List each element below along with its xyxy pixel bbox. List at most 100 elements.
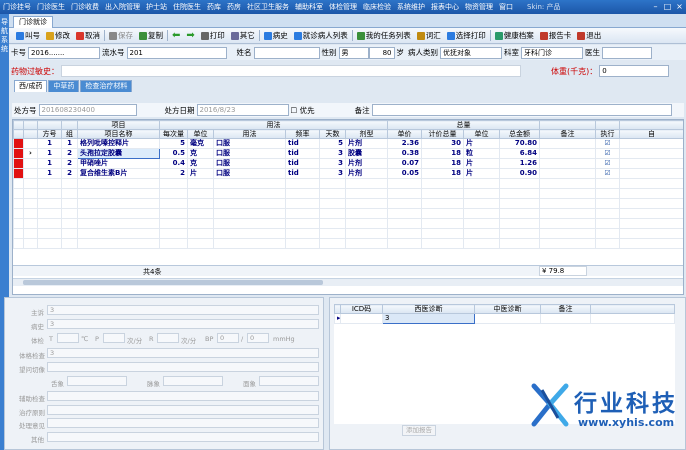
col-header-15[interactable]: 备注 bbox=[539, 129, 596, 139]
toolbar-btn-6[interactable]: 打印 bbox=[198, 30, 228, 41]
col-header-9[interactable]: 天数 bbox=[319, 129, 346, 139]
cell-days[interactable]: 5 bbox=[319, 138, 346, 149]
col-header-11[interactable]: 单价 bbox=[387, 129, 422, 139]
cell-unit[interactable]: 克 bbox=[187, 148, 214, 159]
table-row[interactable]: 1 2 甲硝唑片 0.4 克口服 tid 3 片剂 0.07 18 片 1.26 ☑ bbox=[13, 158, 683, 169]
cell-price[interactable]: 0.05 bbox=[387, 168, 422, 179]
diag-history-field[interactable] bbox=[47, 362, 319, 372]
close-icon[interactable]: × bbox=[674, 1, 685, 12]
prescription-no-field[interactable]: 201608230400 bbox=[38, 104, 137, 116]
menu-item-3[interactable]: 出入院管理 bbox=[102, 2, 143, 12]
nav-back-icon[interactable]: ⬅ bbox=[169, 30, 183, 40]
cell-form[interactable]: 片剂 bbox=[345, 168, 388, 179]
cell-price[interactable]: 2.36 bbox=[387, 138, 422, 149]
col-header-4[interactable]: 项目名称 bbox=[77, 129, 160, 139]
cell-form[interactable]: 片剂 bbox=[345, 158, 388, 169]
menu-item-8[interactable]: 社区卫生服务 bbox=[244, 2, 292, 12]
cell-route[interactable]: 口服 bbox=[213, 148, 286, 159]
priority-checkbox[interactable]: ☐ 优先 bbox=[289, 105, 317, 116]
subtab-2[interactable]: 检查治疗材料 bbox=[80, 80, 133, 92]
vital-r-field[interactable] bbox=[157, 333, 179, 343]
category-field[interactable]: 优抚对象 bbox=[440, 46, 502, 59]
cell-name[interactable]: 头孢拉定胶囊 bbox=[77, 148, 160, 159]
diagnosis-row[interactable]: ▸ 3 bbox=[334, 313, 675, 324]
cell-no[interactable]: 1 bbox=[37, 138, 62, 149]
cell-amount[interactable]: 0.90 bbox=[499, 168, 540, 179]
toolbar-btn-11[interactable]: 词汇 bbox=[414, 30, 444, 41]
toolbar-btn-0[interactable]: 叫号 bbox=[13, 30, 43, 41]
dx-tcm[interactable] bbox=[474, 313, 541, 324]
cell-blank[interactable] bbox=[539, 138, 596, 149]
cell-no[interactable]: 1 bbox=[37, 168, 62, 179]
dx-col-header-4[interactable]: 备注 bbox=[540, 304, 591, 314]
table-row[interactable]: 1 2 复合维生素B片 2 片口服 tid 3 片剂 0.05 18 片 0.90 ☑ bbox=[13, 168, 683, 179]
cell-freq[interactable]: tid bbox=[285, 168, 320, 179]
table-row[interactable]: 1 1 格列吡嗪控释片 5 毫克 口服 tid 5 片剂 2.36 30 片 70.80 ☑ bbox=[13, 138, 683, 149]
dx-western[interactable]: 3 bbox=[382, 313, 475, 324]
toolbar-btn-12[interactable]: 选择打印 bbox=[444, 30, 489, 41]
cell-dose[interactable]: 2 bbox=[159, 168, 188, 179]
cell-form[interactable]: 胶囊 bbox=[345, 148, 388, 159]
cell-qunit[interactable]: 片 bbox=[463, 138, 500, 149]
col-header-8[interactable]: 频率 bbox=[285, 129, 320, 139]
cell-qty[interactable]: 18 bbox=[421, 168, 464, 179]
toolbar-btn-2[interactable]: 取消 bbox=[73, 30, 103, 41]
cell-group[interactable]: 1 bbox=[61, 138, 78, 149]
scroll-thumb[interactable] bbox=[23, 280, 323, 285]
cell-days[interactable]: 3 bbox=[319, 158, 346, 169]
cell-route[interactable]: 口服 bbox=[213, 158, 286, 169]
col-header-6[interactable]: 单位 bbox=[187, 129, 214, 139]
name-field[interactable] bbox=[253, 46, 320, 59]
cell-blank[interactable] bbox=[539, 158, 596, 169]
pulse-field[interactable] bbox=[163, 376, 223, 386]
cell-exec[interactable]: ☑ bbox=[595, 168, 620, 179]
vital-bp-systolic[interactable]: 0 bbox=[217, 333, 239, 343]
col-header-14[interactable]: 总金额 bbox=[499, 129, 540, 139]
col-header-3[interactable]: 组 bbox=[61, 129, 78, 139]
cell-unit[interactable]: 毫克 bbox=[187, 138, 214, 149]
col-header-2[interactable]: 方号 bbox=[37, 129, 62, 139]
menu-item-10[interactable]: 体检管理 bbox=[326, 2, 360, 12]
cell-blank[interactable] bbox=[619, 158, 683, 169]
dx-col-header-2[interactable]: 西医诊断 bbox=[382, 304, 475, 314]
toolbar-btn-14[interactable]: 报告卡 bbox=[537, 30, 575, 41]
chief-field[interactable]: 3 bbox=[47, 305, 319, 315]
cell-exec[interactable]: ☑ bbox=[595, 138, 620, 149]
cell-freq[interactable]: tid bbox=[285, 148, 320, 159]
cell-amount[interactable]: 6.84 bbox=[499, 148, 540, 159]
cell-days[interactable]: 3 bbox=[319, 168, 346, 179]
toolbar-btn-10[interactable]: 我的任务列表 bbox=[354, 30, 414, 41]
toolbar-btn-13[interactable]: 健康档案 bbox=[492, 30, 537, 41]
cell-freq[interactable]: tid bbox=[285, 138, 320, 149]
col-header-5[interactable]: 每次量 bbox=[159, 129, 188, 139]
cell-qunit[interactable]: 粒 bbox=[463, 148, 500, 159]
cell-group[interactable]: 2 bbox=[61, 148, 78, 159]
table-row[interactable]: › 1 2 头孢拉定胶囊 0.5 克口服 tid 3 胶囊 0.38 18 粒 6.84 ☑ bbox=[13, 148, 683, 159]
toolbar-btn-7[interactable]: 其它 bbox=[228, 30, 258, 41]
menu-item-12[interactable]: 系统维护 bbox=[394, 2, 428, 12]
dx-col-header-1[interactable]: ICD码 bbox=[340, 304, 383, 314]
cell-form[interactable]: 片剂 bbox=[345, 138, 388, 149]
dx-icd[interactable] bbox=[340, 313, 383, 324]
menu-item-11[interactable]: 临床检验 bbox=[360, 2, 394, 12]
cell-freq[interactable]: tid bbox=[285, 158, 320, 169]
toolbar-btn-4[interactable]: 复制 bbox=[136, 30, 166, 41]
cell-group[interactable]: 2 bbox=[61, 158, 78, 169]
col-header-16[interactable]: 执行 bbox=[595, 129, 620, 139]
cell-days[interactable]: 3 bbox=[319, 148, 346, 159]
allergy-field[interactable] bbox=[61, 65, 521, 77]
cell-route[interactable]: 口服 bbox=[213, 168, 286, 179]
cell-blank[interactable] bbox=[619, 168, 683, 179]
cell-amount[interactable]: 70.80 bbox=[499, 138, 540, 149]
vital-bp-diastolic[interactable]: 0 bbox=[247, 333, 269, 343]
cell-unit[interactable]: 片 bbox=[187, 168, 214, 179]
cell-qty[interactable]: 18 bbox=[421, 148, 464, 159]
dx-col-header-5[interactable] bbox=[590, 304, 675, 314]
cell-qunit[interactable]: 片 bbox=[463, 168, 500, 179]
cell-name[interactable]: 甲硝唑片 bbox=[77, 158, 160, 169]
vital-p-field[interactable] bbox=[103, 333, 125, 343]
tongue-field[interactable] bbox=[67, 376, 127, 386]
tab-outpatient-visit[interactable]: 门诊就诊 bbox=[13, 16, 53, 28]
cell-no[interactable]: 1 bbox=[37, 148, 62, 159]
cell-exec[interactable]: ☑ bbox=[595, 148, 620, 159]
